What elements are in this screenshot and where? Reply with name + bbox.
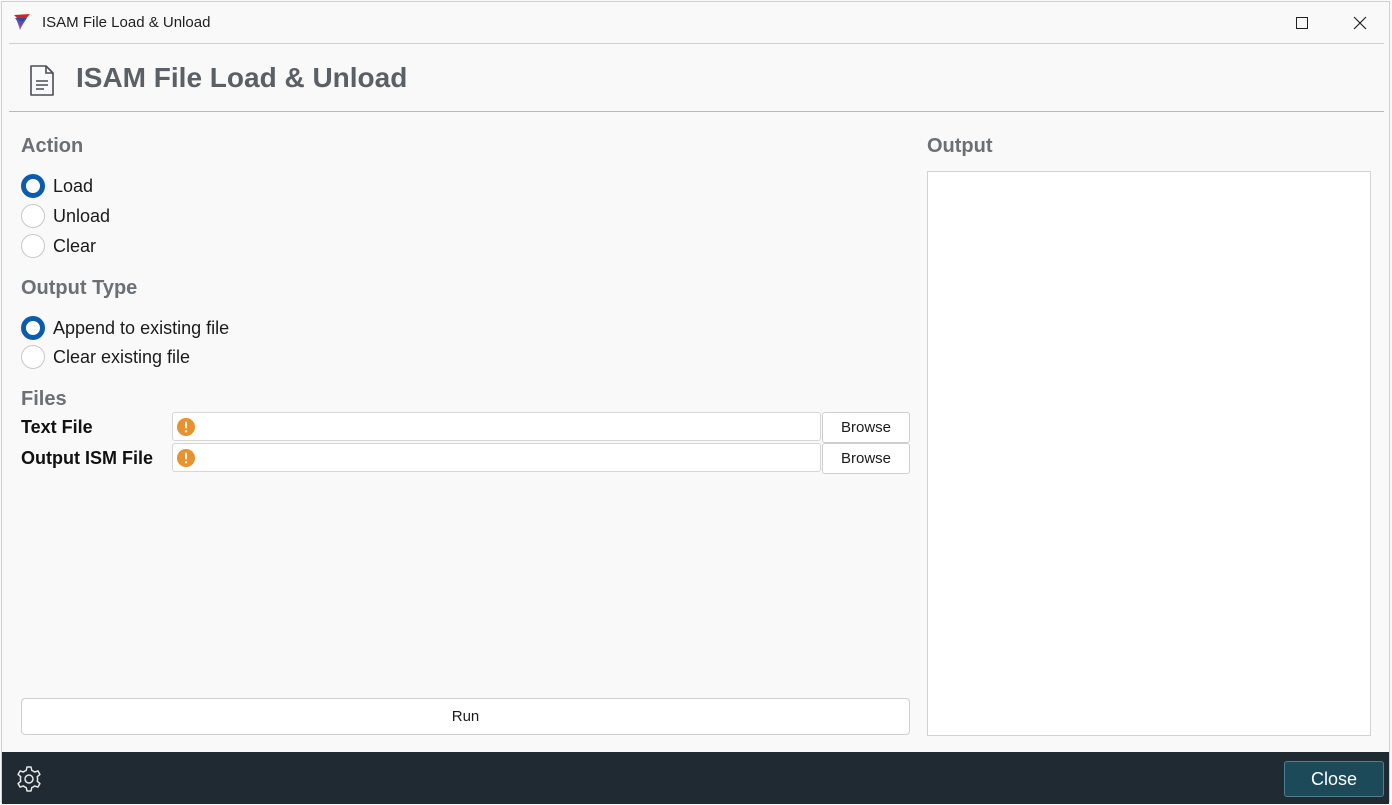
radio-label: Load (53, 175, 94, 196)
radio-output-clear[interactable]: Clear existing file (21, 344, 190, 370)
run-button[interactable]: Run (21, 698, 910, 735)
app-window: ISAM File Load & Unload ISAM File Load &… (1, 1, 1390, 804)
radio-action-load[interactable]: Load (21, 173, 93, 199)
radio-action-clear[interactable]: Clear (21, 233, 96, 259)
warning-icon (177, 449, 195, 467)
output-ism-file-label: Output ISM File (21, 448, 153, 468)
radio-label: Clear (53, 235, 97, 256)
radio-label: Clear existing file (53, 346, 191, 367)
maximize-icon (1296, 17, 1308, 29)
gear-icon[interactable] (15, 765, 43, 793)
files-section-label: Files (21, 388, 67, 410)
close-icon (1353, 16, 1367, 30)
title-divider (9, 43, 1384, 44)
window-close-button[interactable] (1337, 6, 1383, 40)
radio-action-unload[interactable]: Unload (21, 203, 110, 229)
maximize-button[interactable] (1279, 6, 1325, 40)
output-type-section-label: Output Type (21, 277, 138, 299)
document-icon (30, 65, 54, 96)
action-section-label: Action (21, 135, 84, 157)
output-ism-file-input[interactable] (172, 443, 821, 472)
radio-button[interactable] (21, 204, 45, 228)
text-file-input[interactable] (172, 412, 821, 441)
window-title: ISAM File Load & Unload (42, 14, 211, 31)
header-divider (9, 111, 1384, 112)
output-section-label: Output (927, 135, 993, 157)
text-file-label: Text File (21, 417, 93, 437)
radio-output-append[interactable]: Append to existing file (21, 315, 229, 341)
radio-label: Append to existing file (53, 317, 230, 338)
page-title: ISAM File Load & Unload (76, 62, 408, 93)
text-file-browse-button[interactable]: Browse (822, 412, 910, 443)
close-button[interactable]: Close (1284, 761, 1384, 797)
radio-button[interactable] (21, 174, 45, 198)
footer-bar: Close (2, 752, 1389, 804)
app-logo-icon (14, 14, 30, 30)
radio-button[interactable] (21, 234, 45, 258)
radio-label: Unload (53, 205, 111, 226)
output-ism-file-browse-button[interactable]: Browse (822, 443, 910, 474)
radio-button[interactable] (21, 345, 45, 369)
title-bar: ISAM File Load & Unload (2, 2, 1389, 44)
radio-button[interactable] (21, 316, 45, 340)
warning-icon (177, 418, 195, 436)
output-textarea[interactable] (927, 171, 1371, 736)
